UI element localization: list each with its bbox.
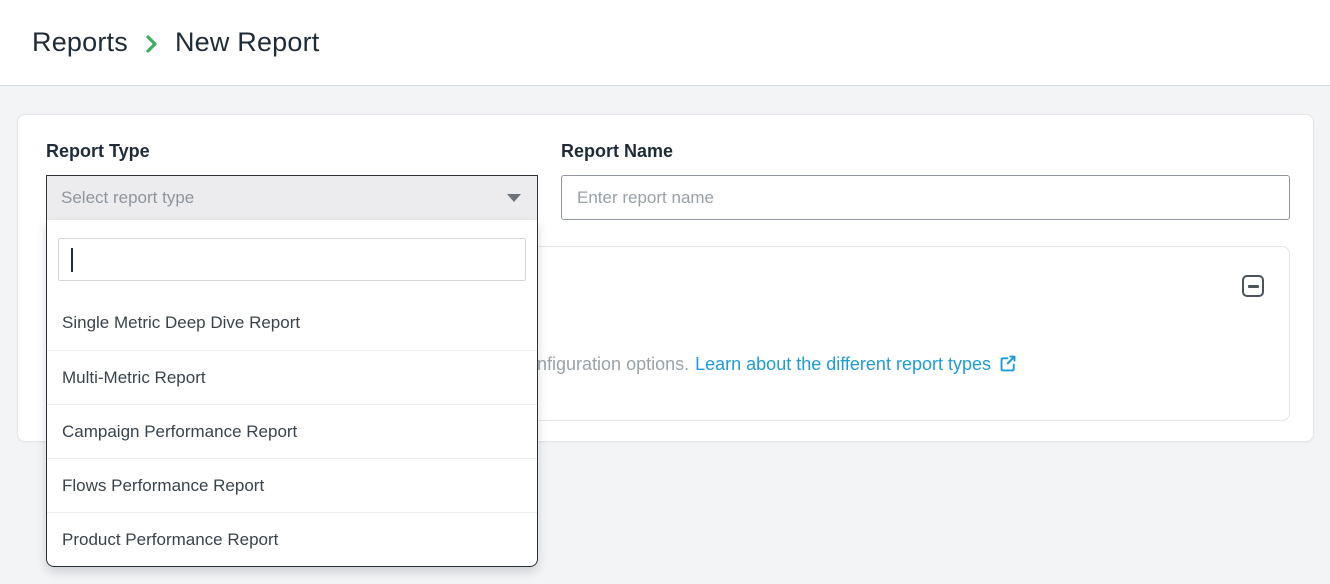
report-type-dropdown: Single Metric Deep Dive Report Multi-Met… xyxy=(46,220,538,567)
breadcrumb: Reports New Report xyxy=(32,27,320,58)
dropdown-search-input[interactable] xyxy=(58,238,526,281)
dropdown-option-multi-metric[interactable]: Multi-Metric Report xyxy=(47,350,537,404)
report-type-label: Report Type xyxy=(46,141,538,162)
config-caption: onfiguration options. Learn about the dif… xyxy=(527,353,1018,375)
dropdown-option-product-performance[interactable]: Product Performance Report xyxy=(47,512,537,566)
page-body: Report Type Select report type Single Me… xyxy=(0,86,1330,442)
breadcrumb-link-reports[interactable]: Reports xyxy=(32,27,128,58)
breadcrumb-current-page: New Report xyxy=(175,27,320,58)
report-type-option-list: Single Metric Deep Dive Report Multi-Met… xyxy=(47,296,537,566)
report-type-field: Report Type Select report type Single Me… xyxy=(46,141,538,220)
report-name-label: Report Name xyxy=(561,141,1290,162)
external-link-icon xyxy=(999,354,1018,373)
dropdown-option-flows-performance[interactable]: Flows Performance Report xyxy=(47,458,537,512)
report-form-row: Report Type Select report type Single Me… xyxy=(46,141,1290,220)
top-bar: Reports New Report xyxy=(0,0,1330,86)
learn-report-types-link[interactable]: Learn about the different report types xyxy=(695,354,991,374)
collapse-panel-button[interactable] xyxy=(1242,275,1264,297)
report-type-select[interactable]: Select report type xyxy=(46,175,538,220)
minus-square-icon xyxy=(1248,285,1259,288)
dropdown-option-campaign-performance[interactable]: Campaign Performance Report xyxy=(47,404,537,458)
config-caption-text: onfiguration options. xyxy=(527,354,689,374)
dropdown-option-single-metric[interactable]: Single Metric Deep Dive Report xyxy=(47,296,537,350)
new-report-card: Report Type Select report type Single Me… xyxy=(17,114,1314,442)
chevron-down-icon xyxy=(507,194,521,202)
text-cursor xyxy=(71,248,73,272)
report-type-select-value: Select report type xyxy=(61,188,194,208)
report-name-field: Report Name xyxy=(561,141,1290,220)
chevron-right-icon xyxy=(144,33,159,55)
report-name-input[interactable] xyxy=(561,175,1290,220)
